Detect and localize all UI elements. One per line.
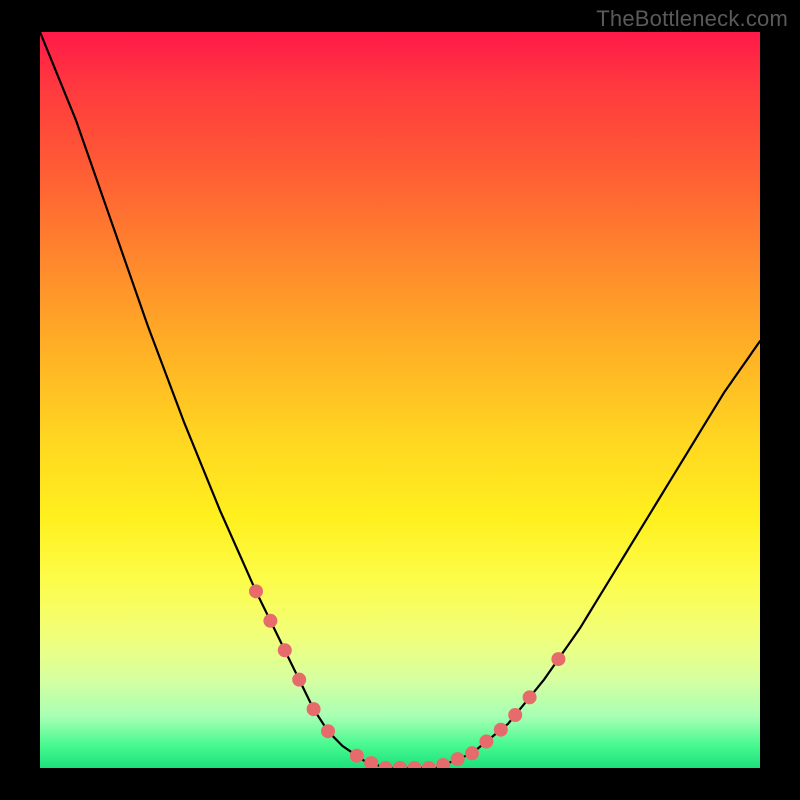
data-marker (350, 749, 364, 763)
data-marker (393, 761, 407, 768)
data-marker (292, 673, 306, 687)
data-marker (249, 584, 263, 598)
data-marker (436, 758, 450, 768)
data-marker (479, 735, 493, 749)
data-marker (523, 690, 537, 704)
data-marker (379, 761, 393, 768)
data-marker (551, 652, 565, 666)
bottleneck-curve (40, 32, 760, 768)
chart-stage: TheBottleneck.com (0, 0, 800, 800)
data-marker (494, 723, 508, 737)
data-markers (249, 584, 565, 768)
curve-layer (40, 32, 760, 768)
data-marker (422, 761, 436, 768)
data-marker (508, 708, 522, 722)
plot-area (40, 32, 760, 768)
data-marker (451, 752, 465, 766)
data-marker (307, 702, 321, 716)
data-marker (465, 746, 479, 760)
watermark-text: TheBottleneck.com (596, 6, 788, 32)
data-marker (364, 756, 378, 768)
data-marker (278, 643, 292, 657)
data-marker (263, 614, 277, 628)
data-marker (407, 761, 421, 768)
data-marker (321, 724, 335, 738)
